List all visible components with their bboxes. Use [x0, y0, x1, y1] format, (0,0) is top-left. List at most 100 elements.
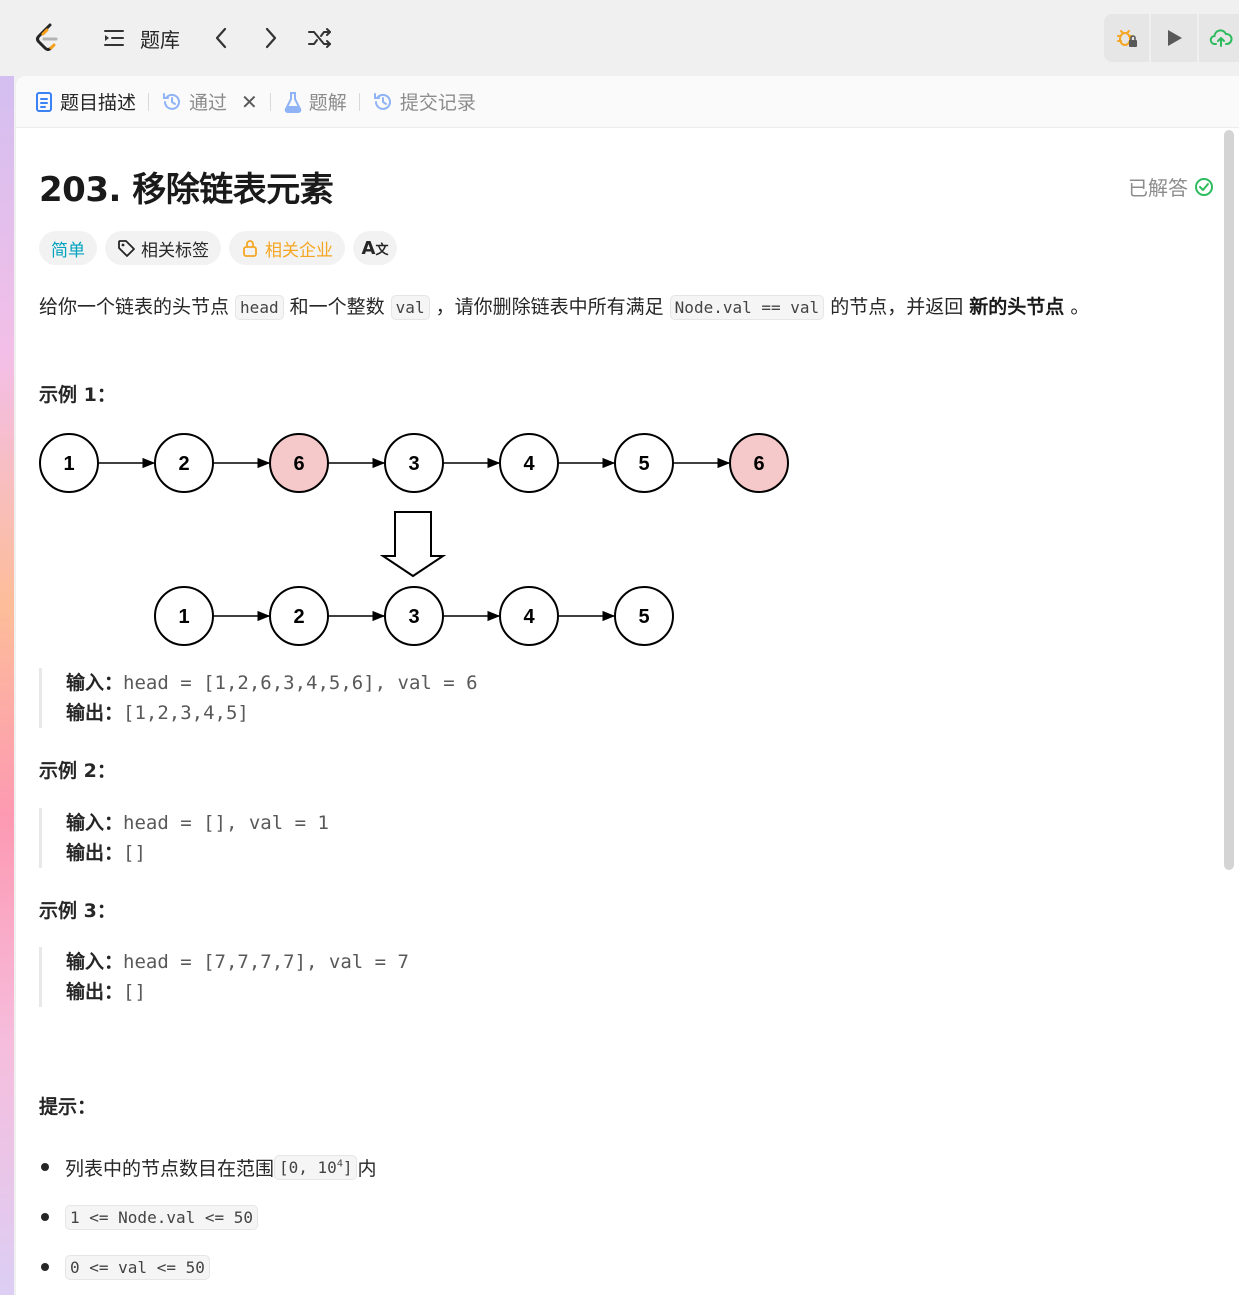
emphasis-text: 新的头节点: [969, 296, 1065, 318]
node-value: 2: [178, 453, 189, 475]
tab-submissions[interactable]: 提交记录: [372, 76, 476, 128]
output-label: 输出：: [66, 981, 124, 1003]
translate-icon: A文: [361, 237, 389, 259]
inline-code: val: [390, 295, 430, 320]
tab-accepted[interactable]: 通过 ✕: [161, 76, 258, 128]
example-title: 示例 2：: [39, 760, 116, 782]
list-after: 1 2 3 4 5: [154, 586, 674, 646]
flask-icon: [284, 91, 302, 113]
node-value: 6: [753, 453, 764, 475]
input-label: 输入：: [66, 951, 124, 973]
code-part: [0, 10: [279, 1157, 337, 1177]
title-row: 203. 移除链表元素 已解答: [39, 162, 1214, 211]
input-label: 输入：: [66, 672, 124, 694]
difficulty-badge[interactable]: 简单: [39, 231, 97, 265]
hint-text: 列表中的节点数目在范围: [65, 1157, 275, 1180]
run-button[interactable]: [1151, 14, 1196, 62]
run-icon: [1168, 30, 1182, 46]
tag-icon: [118, 240, 135, 257]
topics-tag-button[interactable]: 相关标签: [105, 231, 221, 265]
close-icon[interactable]: ✕: [241, 90, 258, 114]
input-value: head = [], val = 1: [123, 812, 329, 834]
translate-glyph: A: [361, 237, 376, 259]
node-value: 1: [63, 453, 74, 475]
node-value: 2: [293, 606, 304, 628]
desc-text: 的节点，并返回: [824, 296, 970, 318]
solved-status: 已解答: [1128, 172, 1214, 201]
list-item: 0 <= val <= 50: [39, 1242, 377, 1292]
shuffle-icon[interactable]: [306, 24, 334, 52]
tab-label: 题解: [308, 92, 347, 114]
inline-code: 1 <= Node.val <= 50: [65, 1204, 259, 1230]
example-3-block: 输入：head = [7,7,7,7], val = 7 输出：[]: [39, 947, 409, 1007]
inline-code: 0 <= val <= 50: [65, 1254, 210, 1280]
inline-code: [0, 104]: [274, 1154, 358, 1180]
example-title: 示例 1：: [39, 384, 116, 406]
example-1-block: 输入：head = [1,2,6,3,4,5,6], val = 6 输出：[1…: [39, 668, 478, 728]
node-value: 5: [638, 453, 649, 475]
list-item: 列表中的节点数目在范围 [0, 104] 内: [39, 1142, 377, 1192]
node-value: 4: [523, 453, 535, 475]
example-title: 示例 3：: [39, 900, 116, 922]
input-label: 输入：: [66, 812, 124, 834]
list-icon[interactable]: [102, 26, 126, 50]
problem-title: 203. 移除链表元素: [39, 170, 334, 210]
input-value: head = [7,7,7,7], val = 7: [123, 951, 409, 973]
tab-description[interactable]: 题目描述: [34, 76, 136, 128]
output-value: []: [123, 981, 146, 1003]
problem-panel: 题目描述 通过 ✕ 题解 提交记录 203. 移除链表元素 已解答 简单 相关标…: [16, 76, 1239, 1295]
linked-list-diagram: 1 2 6 3 4 5 6 1 2 3 4 5: [39, 433, 789, 646]
tag-row: 简单 相关标签 相关企业 A文: [39, 231, 397, 265]
check-circle-icon: [1195, 177, 1213, 196]
tab-label: 通过: [189, 92, 228, 114]
solved-label: 已解答: [1128, 176, 1188, 200]
hints-title: 提示：: [39, 1096, 97, 1118]
desc-text: ，请你删除链表中所有满足: [429, 296, 670, 318]
hint-text: 内: [357, 1157, 377, 1180]
down-arrow-icon: [379, 511, 447, 578]
top-navbar: 题库: [0, 0, 1239, 76]
tab-divider: [269, 92, 271, 111]
debug-icon: [1116, 30, 1137, 47]
output-label: 输出：: [66, 842, 124, 864]
inline-code: Node.val == val: [669, 295, 825, 320]
chevron-left-icon[interactable]: [208, 24, 234, 52]
scrollbar[interactable]: [1224, 130, 1234, 870]
lock-icon: [243, 240, 257, 257]
output-value: [1,2,3,4,5]: [123, 702, 249, 724]
tab-label: 提交记录: [399, 92, 476, 114]
node-value: 6: [293, 453, 304, 475]
desc-text: 给你一个链表的头节点: [39, 296, 236, 318]
node-value: 3: [408, 606, 419, 628]
topics-tag-label: 相关标签: [141, 240, 209, 261]
upload-icon: [1210, 29, 1233, 47]
output-label: 输出：: [66, 702, 124, 724]
problem-list-link[interactable]: 题库: [140, 24, 180, 53]
inline-code: head: [235, 295, 284, 320]
node-value: 5: [638, 606, 649, 628]
tab-solutions[interactable]: 题解: [283, 76, 347, 128]
tool-group: [1104, 14, 1239, 62]
companies-tag-label: 相关企业: [265, 240, 333, 261]
debug-button[interactable]: [1104, 14, 1149, 62]
history-icon: [373, 92, 391, 110]
node-value: 4: [523, 606, 535, 628]
history-icon: [163, 92, 180, 110]
code-part: ]: [342, 1157, 353, 1177]
translate-button[interactable]: A文: [353, 231, 397, 265]
desc-text: 和一个整数: [283, 296, 391, 318]
node-value: 3: [408, 453, 419, 475]
bullet: [41, 1163, 49, 1171]
leetcode-logo[interactable]: [33, 22, 63, 54]
chevron-right-icon[interactable]: [258, 24, 284, 52]
tab-bar: 题目描述 通过 ✕ 题解 提交记录: [16, 76, 1239, 128]
tab-divider: [148, 92, 150, 111]
companies-tag-button[interactable]: 相关企业: [229, 231, 345, 265]
node-value: 1: [178, 606, 189, 628]
list-before: 1 2 6 3 4 5 6: [39, 433, 789, 493]
tab-divider: [358, 92, 360, 111]
submit-button[interactable]: [1199, 14, 1239, 62]
desc-text: 。: [1064, 296, 1090, 318]
output-value: []: [123, 842, 146, 864]
list-item: 1 <= Node.val <= 50: [39, 1192, 377, 1242]
